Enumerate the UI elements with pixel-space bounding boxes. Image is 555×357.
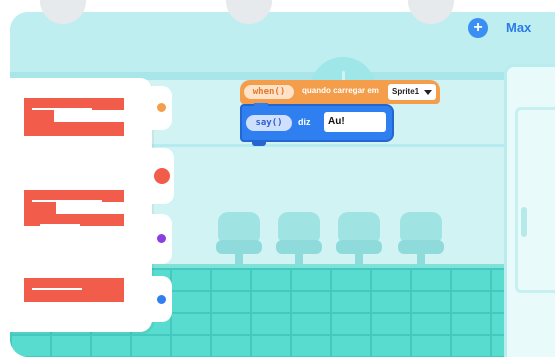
waiting-chair [216,212,262,268]
code-palette [10,78,152,332]
palette-block[interactable] [24,290,124,302]
palette-block[interactable] [24,122,124,136]
waiting-chair [398,212,444,268]
category-dot-icon [154,168,170,184]
category-tab-purple[interactable] [150,214,172,264]
block-bottom-notch [252,140,266,146]
when-pill: when() [244,85,294,99]
category-dot-icon [157,295,166,304]
palette-block-line [40,136,90,138]
say-block[interactable]: say() diz Au! [240,103,394,146]
say-block-text: diz [298,117,311,127]
category-tab-orange[interactable] [150,86,172,130]
category-dot-icon [157,234,166,243]
palette-block-line [40,224,80,226]
sprite-dropdown[interactable]: Sprite1 [388,84,436,100]
say-text-input[interactable]: Au! [324,112,386,132]
door-handle [521,207,527,237]
block-notch [254,103,268,108]
category-tab-blue[interactable] [150,276,172,322]
hat-block-text: quando carregar em [302,86,379,95]
waiting-chair [336,212,382,268]
door [504,64,555,357]
plus-icon: + [473,19,483,36]
category-tab-red[interactable] [150,148,174,204]
when-loaded-hat-block[interactable]: when() quando carregar em Sprite1 [240,80,440,104]
category-dot-icon [157,103,166,112]
user-name[interactable]: Max [506,20,531,35]
add-sprite-button[interactable]: + [468,18,488,38]
say-pill: say() [246,115,292,131]
sprite-dropdown-value: Sprite1 [392,87,420,96]
chevron-down-icon [424,90,432,95]
door-panel [515,107,555,293]
waiting-chair [276,212,322,268]
stage: + Max when() quando carregar em Sprite1 [0,0,555,357]
